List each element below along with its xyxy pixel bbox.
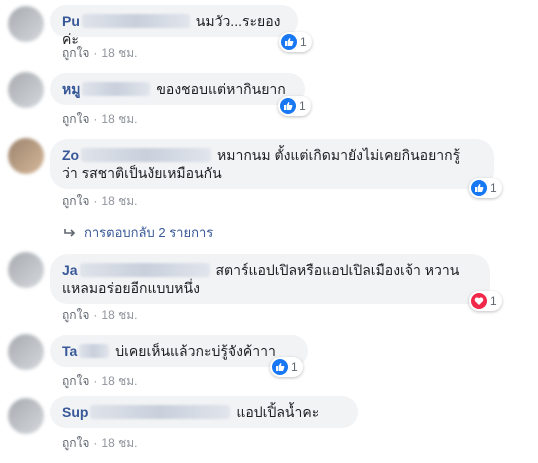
heart-icon bbox=[471, 293, 487, 309]
timestamp[interactable]: 18 ชม. bbox=[101, 308, 137, 322]
thumbs-up-icon bbox=[281, 34, 297, 50]
commenter-name[interactable]: หมู bbox=[62, 81, 152, 97]
like-link[interactable]: ถูกใจ bbox=[62, 308, 89, 322]
thumbs-up-icon bbox=[272, 359, 288, 375]
commenter-name[interactable]: Pu bbox=[62, 13, 192, 29]
timestamp[interactable]: 18 ชม. bbox=[101, 46, 137, 60]
comment-bubble: Zo หมากนม ตั้งแต่เกิดมายังไม่เคยกินอยากร… bbox=[50, 139, 494, 189]
reaction-count[interactable]: 1 bbox=[469, 178, 502, 198]
commenter-name[interactable]: Zo bbox=[62, 147, 213, 163]
comment-meta: ถูกใจ · 18 ชม. bbox=[62, 46, 138, 60]
comment-meta: ถูกใจ · 18 ชม. bbox=[62, 112, 138, 126]
thumbs-up-icon bbox=[280, 98, 296, 114]
commenter-name[interactable]: Ja bbox=[62, 262, 212, 278]
comment-meta: ถูกใจ · 18 ชม. bbox=[62, 194, 138, 208]
like-link[interactable]: ถูกใจ bbox=[62, 112, 89, 126]
timestamp[interactable]: 18 ชม. bbox=[101, 194, 137, 208]
comment-text-line-2: ว่า รสชาติเป็นงัยเหมือนกัน bbox=[62, 165, 222, 181]
like-link[interactable]: ถูกใจ bbox=[62, 374, 89, 388]
reaction-number: 1 bbox=[490, 181, 497, 195]
like-link[interactable]: ถูกใจ bbox=[62, 436, 89, 450]
reaction-number: 1 bbox=[300, 35, 307, 49]
reaction-count[interactable]: 1 bbox=[279, 32, 312, 52]
avatar[interactable] bbox=[8, 334, 44, 370]
reaction-count[interactable]: 1 bbox=[469, 291, 502, 311]
reaction-number: 1 bbox=[490, 294, 497, 308]
avatar[interactable] bbox=[8, 398, 44, 434]
reaction-number: 1 bbox=[291, 360, 298, 374]
view-replies-link[interactable]: การตอบกลับ 2 รายการ bbox=[64, 222, 213, 243]
comment-bubble: Ja สตาร์แอปเปิลหรือแอปเปิลเมืองเจ้า หวาน… bbox=[50, 254, 490, 304]
reaction-count[interactable]: 1 bbox=[278, 96, 311, 116]
commenter-name[interactable]: Ta bbox=[62, 343, 111, 359]
comment-text-line-2: แหลมอร่อยอีกแบบหนึ่ง bbox=[62, 280, 200, 296]
comment-bubble: Ta บ่เคยเห็นแล้วกะบ่รู้จังค้าาา bbox=[50, 335, 308, 367]
like-link[interactable]: ถูกใจ bbox=[62, 194, 89, 208]
avatar[interactable] bbox=[8, 72, 44, 108]
comment-text-line-1: สตาร์แอปเปิลหรือแอปเปิลเมืองเจ้า หวาน bbox=[215, 262, 460, 278]
thumbs-up-icon bbox=[471, 180, 487, 196]
timestamp[interactable]: 18 ชม. bbox=[101, 436, 137, 450]
comment-meta: ถูกใจ · 18 ชม. bbox=[62, 374, 138, 388]
reply-arrow-icon bbox=[64, 228, 76, 237]
avatar[interactable] bbox=[8, 138, 44, 174]
commenter-name[interactable]: Sup bbox=[62, 404, 232, 420]
comment-text: บ่เคยเห็นแล้วกะบ่รู้จังค้าาา bbox=[115, 343, 276, 359]
comment-text: ของชอบแต่หากินยาก bbox=[156, 81, 286, 97]
replies-label: การตอบกลับ 2 รายการ bbox=[84, 225, 214, 240]
timestamp[interactable]: 18 ชม. bbox=[101, 374, 137, 388]
comment-text-line-1: หมากนม ตั้งแต่เกิดมายังไม่เคยกินอยากรู้ bbox=[217, 147, 461, 163]
comment-meta: ถูกใจ · 18 ชม. bbox=[62, 308, 138, 322]
comment-bubble: Sup แอปเปิ้ลน้ำคะ bbox=[50, 396, 358, 428]
comment-meta: ถูกใจ · 18 ชม. bbox=[62, 436, 138, 450]
like-link[interactable]: ถูกใจ bbox=[62, 46, 89, 60]
comment-bubble: หมู ของชอบแต่หากินยาก bbox=[50, 73, 305, 105]
avatar[interactable] bbox=[8, 6, 44, 42]
comment-text: แอปเปิ้ลน้ำคะ bbox=[236, 404, 320, 420]
reaction-number: 1 bbox=[299, 99, 306, 113]
reaction-count[interactable]: 1 bbox=[270, 357, 303, 377]
timestamp[interactable]: 18 ชม. bbox=[101, 112, 137, 126]
comment-bubble: Pu นมวัว...ระยองค่ะ bbox=[50, 5, 298, 47]
avatar[interactable] bbox=[8, 252, 44, 288]
